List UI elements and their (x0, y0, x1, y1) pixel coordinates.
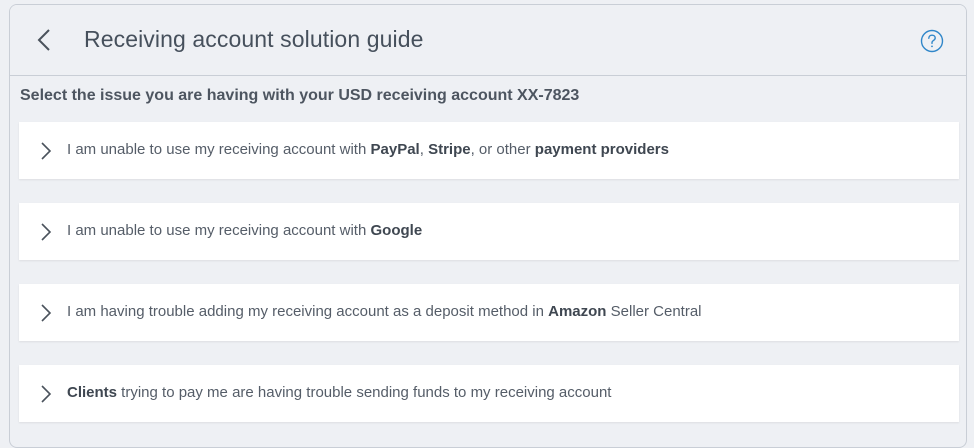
question-circle-icon (920, 29, 944, 53)
issue-label-text: I am unable to use my receiving account … (67, 141, 371, 158)
issue-label: I am having trouble adding my receiving … (67, 303, 702, 320)
issue-prompt: Select the issue you are having with you… (20, 87, 580, 104)
issue-label: I am unable to use my receiving account … (67, 141, 669, 158)
issue-item[interactable]: I am unable to use my receiving account … (19, 203, 959, 260)
issue-label-emphasis: Amazon (548, 303, 607, 320)
issue-label-text: Seller Central (606, 303, 702, 320)
solution-guide-panel: Receiving account solution guide Select … (9, 4, 967, 448)
issue-label-emphasis: Google (370, 222, 423, 239)
issue-label-text: I am having trouble adding my receiving … (67, 303, 549, 320)
issue-label-text: , or other (470, 141, 535, 158)
chevron-left-icon (37, 29, 50, 51)
issue-label-emphasis: payment providers (534, 141, 669, 158)
chevron-right-icon (41, 223, 52, 241)
header: Receiving account solution guide (10, 5, 966, 76)
issue-label: I am unable to use my receiving account … (67, 222, 422, 239)
issue-item[interactable]: I am having trouble adding my receiving … (19, 284, 959, 341)
issue-label: Clients trying to pay me are having trou… (67, 384, 611, 401)
back-button[interactable] (32, 27, 58, 53)
issue-label-emphasis: Stripe (428, 141, 471, 158)
issue-item[interactable]: I am unable to use my receiving account … (19, 122, 959, 179)
issue-label-text: , (419, 141, 429, 158)
issue-label-text: trying to pay me are having trouble send… (117, 384, 612, 401)
page-title: Receiving account solution guide (84, 26, 424, 52)
issue-label-text: I am unable to use my receiving account … (67, 222, 371, 239)
chevron-right-icon (41, 142, 52, 160)
issue-item[interactable]: Clients trying to pay me are having trou… (19, 365, 959, 422)
issue-label-emphasis: PayPal (370, 141, 420, 158)
chevron-right-icon (41, 385, 52, 403)
help-button[interactable] (920, 29, 944, 53)
chevron-right-icon (41, 304, 52, 322)
issue-label-emphasis: Clients (67, 384, 118, 401)
